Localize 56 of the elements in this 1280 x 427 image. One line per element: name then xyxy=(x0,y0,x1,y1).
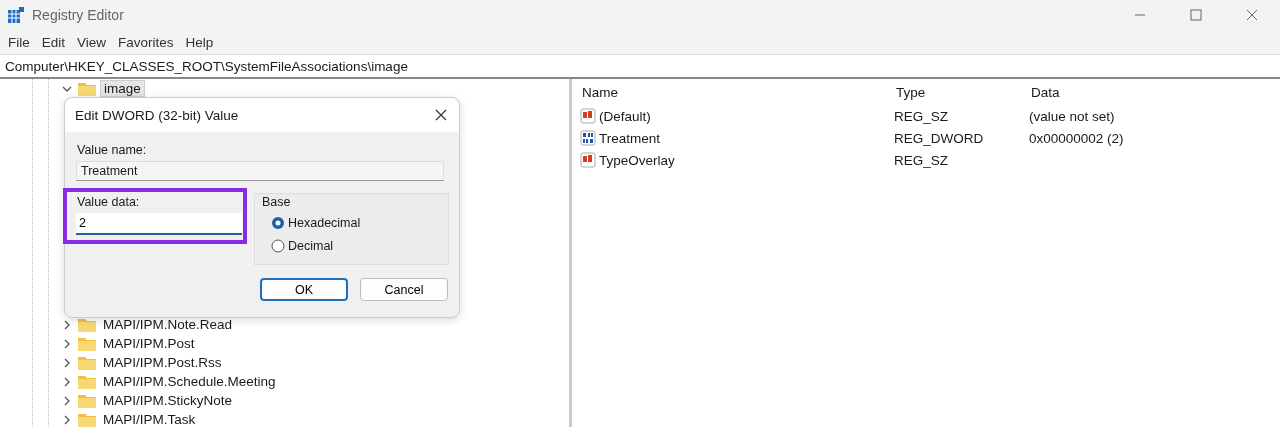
radio-selected-icon[interactable] xyxy=(271,216,285,230)
close-icon[interactable] xyxy=(435,109,447,121)
registry-icon xyxy=(8,7,24,23)
expand-chevron-icon[interactable] xyxy=(62,319,72,330)
string-value-icon xyxy=(580,108,596,124)
tree-item[interactable]: MAPI/IPM.StickyNote xyxy=(100,393,236,408)
expand-chevron-icon[interactable] xyxy=(62,395,72,406)
value-name[interactable]: Treatment xyxy=(599,130,661,146)
radio-option[interactable]: Decimal xyxy=(271,239,334,253)
value-data: (value not set) xyxy=(1029,108,1116,124)
ok-button[interactable]: OK xyxy=(260,278,348,301)
radio-option[interactable]: Hexadecimal xyxy=(271,216,361,230)
dialog-title: Edit DWORD (32-bit) Value xyxy=(75,107,239,123)
string-value-icon xyxy=(580,152,596,168)
menu-item[interactable]: Help xyxy=(183,32,222,52)
cancel-button[interactable]: Cancel xyxy=(360,278,448,301)
tree-item[interactable]: image xyxy=(100,80,145,97)
menu-item[interactable]: View xyxy=(75,32,115,52)
folder-icon xyxy=(78,355,96,370)
maximize-icon[interactable] xyxy=(1190,9,1202,21)
column-header[interactable]: Data xyxy=(1029,84,1280,100)
group-label: Base xyxy=(262,195,291,209)
folder-icon xyxy=(78,374,96,389)
tree-item[interactable]: MAPI/IPM.Post xyxy=(100,336,198,351)
binary-value-icon xyxy=(580,130,596,146)
value-data: 0x00000002 (2) xyxy=(1029,130,1125,146)
value-data-field[interactable]: 2 xyxy=(76,213,242,235)
value-name[interactable]: TypeOverlay xyxy=(599,152,675,168)
tree-item[interactable]: MAPI/IPM.Task xyxy=(100,412,199,427)
folder-icon xyxy=(78,336,96,351)
value-type: REG_DWORD xyxy=(894,130,985,146)
menu-item[interactable]: File xyxy=(6,32,38,52)
window-title: Registry Editor xyxy=(32,7,125,23)
tree-item[interactable]: MAPI/IPM.Schedule.Meeting xyxy=(100,374,279,389)
field-label: Value data: xyxy=(77,195,140,209)
folder-icon xyxy=(78,317,96,332)
tree-item[interactable]: MAPI/IPM.Post.Rss xyxy=(100,355,225,370)
folder-icon xyxy=(78,393,96,408)
expand-chevron-icon[interactable] xyxy=(62,414,72,425)
field-label: Value name: xyxy=(77,143,147,157)
value-name[interactable]: (Default) xyxy=(599,108,651,124)
expand-chevron-icon[interactable] xyxy=(62,357,72,368)
expand-chevron-icon[interactable] xyxy=(62,338,72,349)
column-header[interactable]: Name xyxy=(580,84,894,100)
column-header[interactable]: Type xyxy=(894,84,1029,100)
folder-icon xyxy=(78,412,96,427)
folder-icon xyxy=(78,81,96,96)
menu-item[interactable]: Edit xyxy=(39,32,74,52)
expand-chevron-icon[interactable] xyxy=(62,376,72,387)
radio-icon[interactable] xyxy=(271,239,285,253)
menu-item[interactable]: Favorites xyxy=(116,32,182,52)
value-type: REG_SZ xyxy=(894,108,949,124)
value-type: REG_SZ xyxy=(894,152,949,168)
address-bar[interactable]: Computer\HKEY_CLASSES_ROOT\SystemFileAssociations\image xyxy=(0,54,1280,79)
value-name-field[interactable]: Treatment xyxy=(76,161,444,181)
tree-item[interactable]: MAPI/IPM.Note.Read xyxy=(100,317,236,332)
